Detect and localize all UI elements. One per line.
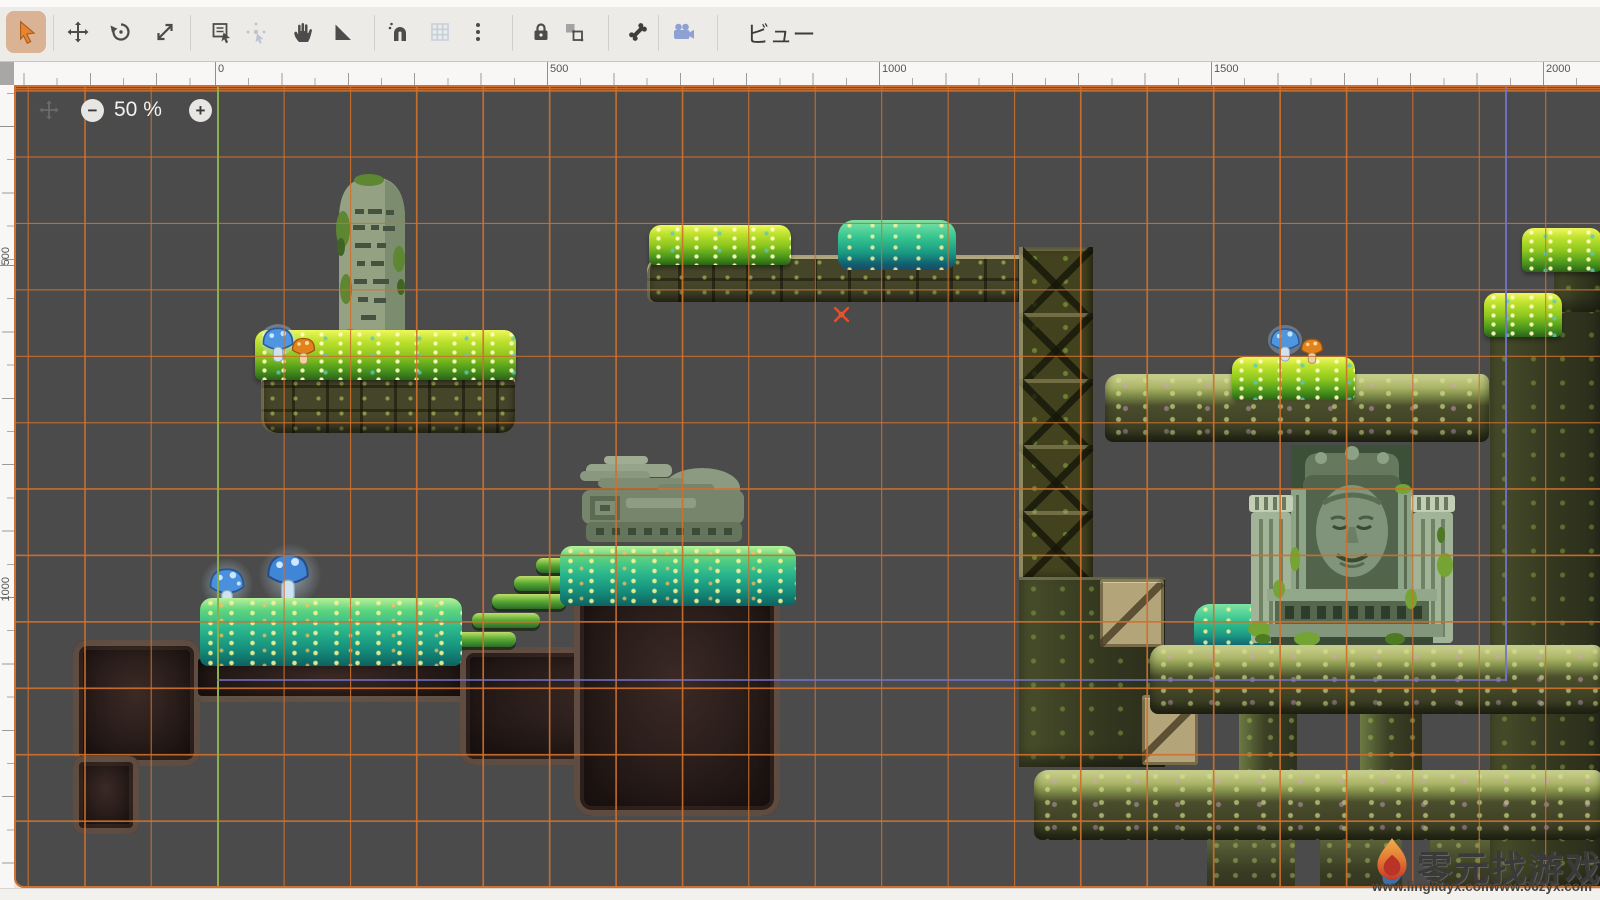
rect-select-icon xyxy=(210,20,234,44)
select-tool-button[interactable] xyxy=(6,11,46,53)
vertical-dots-icon xyxy=(466,20,490,44)
snap-point-tool-button[interactable] xyxy=(236,11,276,53)
ruler-corner xyxy=(0,62,14,85)
camera-button[interactable] xyxy=(663,11,703,53)
horizontal-scrollbar[interactable] xyxy=(0,888,1600,900)
zoom-in-button[interactable]: + xyxy=(189,99,212,122)
zoom-level-value: 50 % xyxy=(114,98,162,122)
teal-bush[interactable] xyxy=(838,220,956,270)
watermark-url-right: www.06zyx.com xyxy=(1489,879,1592,894)
toolbar-separator xyxy=(608,15,609,51)
cave-wall-foot[interactable] xyxy=(73,756,139,834)
magnet-snap-button[interactable] xyxy=(379,11,419,53)
horizontal-ruler: 0 500 1000 1500 2000 xyxy=(14,62,1600,85)
rotate-tool-button[interactable] xyxy=(101,11,141,53)
bone-icon xyxy=(626,20,650,44)
ruler-label: 0 xyxy=(218,63,224,75)
scale-tool-button[interactable] xyxy=(145,11,185,53)
toolbar-separator xyxy=(658,15,659,51)
tan-carved-block[interactable] xyxy=(1100,579,1164,647)
ruler-label: 500 xyxy=(550,63,568,75)
bone-tool-button[interactable] xyxy=(618,11,658,53)
video-camera-icon xyxy=(671,20,695,44)
selection-origin-marker xyxy=(834,307,849,322)
view-menu-button[interactable]: ビュー xyxy=(731,11,831,53)
grass-step[interactable] xyxy=(472,613,540,628)
rotate-icon xyxy=(109,20,133,44)
canvas-viewport[interactable]: − 50 % + xyxy=(14,85,1600,888)
snap-point-icon xyxy=(244,20,268,44)
origin-guide-line xyxy=(217,87,219,888)
orange-mushroom[interactable] xyxy=(290,334,317,373)
vertical-ruler: 500 1000 xyxy=(0,85,14,888)
teal-grass-platform[interactable] xyxy=(200,598,462,666)
toolbar-separator xyxy=(717,15,718,51)
center-view-icon[interactable] xyxy=(38,99,60,126)
blue-guide-horizontal[interactable] xyxy=(217,679,1505,681)
more-options-button[interactable] xyxy=(458,11,498,53)
carved-stone-column[interactable] xyxy=(1019,247,1093,577)
blue-mushroom[interactable] xyxy=(1267,322,1303,371)
cave-mass[interactable] xyxy=(574,586,780,816)
measure-tool-button[interactable] xyxy=(323,11,363,53)
grass-cap[interactable] xyxy=(1522,228,1600,272)
toolbar: ビュー xyxy=(0,7,1600,62)
ruler-label: 1500 xyxy=(1214,63,1238,75)
blue-guide-vertical[interactable] xyxy=(1505,87,1507,681)
hand-icon xyxy=(291,20,315,44)
zoom-out-button[interactable]: − xyxy=(81,99,104,122)
stone-pillar[interactable] xyxy=(1239,712,1297,772)
ruler-label: 500 xyxy=(0,247,12,265)
window-top-strip xyxy=(0,0,1600,7)
mossy-stone-beam[interactable] xyxy=(1034,770,1600,840)
grass-platform-top[interactable] xyxy=(649,225,791,265)
toolbar-separator xyxy=(512,15,513,51)
move-tool-button[interactable] xyxy=(58,11,98,53)
level-editor-window: ビュー 0 500 1000 1500 2000 500 1000 xyxy=(0,0,1600,900)
grass-cap[interactable] xyxy=(1484,293,1562,337)
triangle-ruler-icon xyxy=(331,20,355,44)
lock-icon xyxy=(529,20,553,44)
group-objects-button[interactable] xyxy=(554,11,594,53)
stone-pillar[interactable] xyxy=(1360,712,1422,772)
magnet-icon xyxy=(387,20,411,44)
stone-pillar-stub[interactable] xyxy=(1207,838,1295,888)
orange-mushroom[interactable] xyxy=(1299,335,1325,372)
ruler-label: 2000 xyxy=(1546,63,1570,75)
ruined-tank[interactable] xyxy=(574,454,752,559)
toolbar-separator xyxy=(190,15,191,51)
pan-tool-button[interactable] xyxy=(283,11,323,53)
watermark-url-left: www.lingliuyx.com xyxy=(1372,879,1493,894)
grass-step[interactable] xyxy=(492,594,566,609)
stone-face-statue[interactable] xyxy=(1245,439,1460,654)
cursor-arrow-icon xyxy=(13,19,39,45)
move-icon xyxy=(66,20,90,44)
grid-toggle-button[interactable] xyxy=(420,11,460,53)
grid-icon xyxy=(428,20,452,44)
ruler-label: 1000 xyxy=(0,577,12,601)
group-squares-icon xyxy=(562,20,586,44)
cave-wall-block[interactable] xyxy=(73,640,200,766)
ruler-label: 1000 xyxy=(882,63,906,75)
toolbar-separator xyxy=(53,15,54,51)
scale-icon xyxy=(153,20,177,44)
toolbar-separator xyxy=(374,15,375,51)
